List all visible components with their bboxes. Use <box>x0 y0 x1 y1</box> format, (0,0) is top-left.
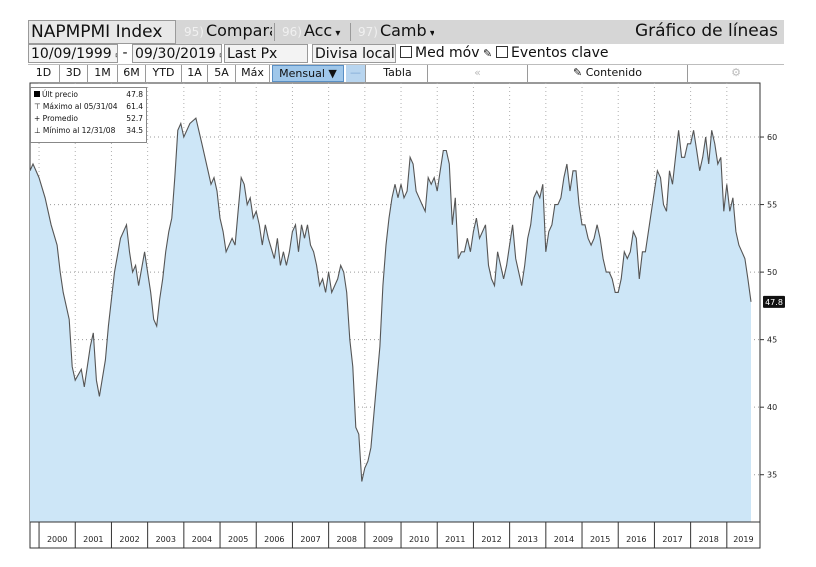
max-marker-icon: ⊤ <box>34 102 43 111</box>
x-tick-label: 2011 <box>445 535 465 544</box>
pmi-line-chart: 354045505560 2000 2001 2002 2003 2004 2005 200… <box>29 82 785 549</box>
x-tick-label: 2018 <box>699 535 719 544</box>
x-tick-label: 2007 <box>300 535 320 544</box>
x-tick-label: 2000 <box>47 535 67 544</box>
x-tick-label: 2001 <box>83 535 103 544</box>
legend-average: + Promedio 52.7 <box>34 113 143 125</box>
x-tick-label: 2008 <box>337 535 357 544</box>
x-tick-label: 2002 <box>119 535 139 544</box>
legend-max: ⊤ Máximo al 05/31/04 61.4 <box>34 101 143 113</box>
legend-average-value: 52.7 <box>126 114 143 123</box>
x-tick-label: 2015 <box>590 535 610 544</box>
legend-square-icon <box>34 91 40 97</box>
legend-max-label: Máximo al 05/31/04 <box>42 102 118 111</box>
min-marker-icon: ⊥ <box>34 126 43 135</box>
x-tick-label: 2004 <box>192 535 212 544</box>
average-marker-icon: + <box>34 114 43 123</box>
x-tick-label: 2005 <box>228 535 248 544</box>
x-tick-label: 2009 <box>373 535 393 544</box>
x-tick-label: 2012 <box>481 535 501 544</box>
x-tick-label: 2013 <box>518 535 538 544</box>
legend-min-label: Mínimo al 12/31/08 <box>42 126 116 135</box>
legend-last-price: Últ precio 47.8 <box>34 89 143 101</box>
y-tick-label: 60 <box>767 133 777 142</box>
x-tick-label: 2014 <box>554 535 574 544</box>
x-tick-label: 2006 <box>264 535 284 544</box>
last-value-marker: 47.8 <box>763 295 785 308</box>
y-tick-label: 40 <box>767 403 777 412</box>
y-tick-label: 35 <box>767 471 777 480</box>
legend-min: ⊥ Mínimo al 12/31/08 34.5 <box>34 125 143 137</box>
chart-legend: Últ precio 47.8 ⊤ Máximo al 05/31/04 61.4 … <box>30 87 147 143</box>
legend-last-value: 47.8 <box>126 90 143 99</box>
x-tick-label: 2016 <box>626 535 646 544</box>
y-tick-label: 45 <box>767 336 777 345</box>
legend-last-label: Últ precio <box>42 90 78 99</box>
x-tick-label: 2010 <box>409 535 429 544</box>
legend-average-label: Promedio <box>42 114 78 123</box>
x-axis: 2000 2001 2002 2003 2004 2005 2006 2007 2008 2009… <box>29 521 761 549</box>
x-tick-label: 2017 <box>662 535 682 544</box>
legend-max-value: 61.4 <box>126 102 143 111</box>
y-tick-label: 50 <box>767 268 777 277</box>
legend-min-value: 34.5 <box>126 126 143 135</box>
y-tick-label: 55 <box>767 201 777 210</box>
last-value-text: 47.8 <box>765 298 783 307</box>
x-tick-label: 2003 <box>156 535 176 544</box>
x-tick-label: 2019 <box>733 535 753 544</box>
